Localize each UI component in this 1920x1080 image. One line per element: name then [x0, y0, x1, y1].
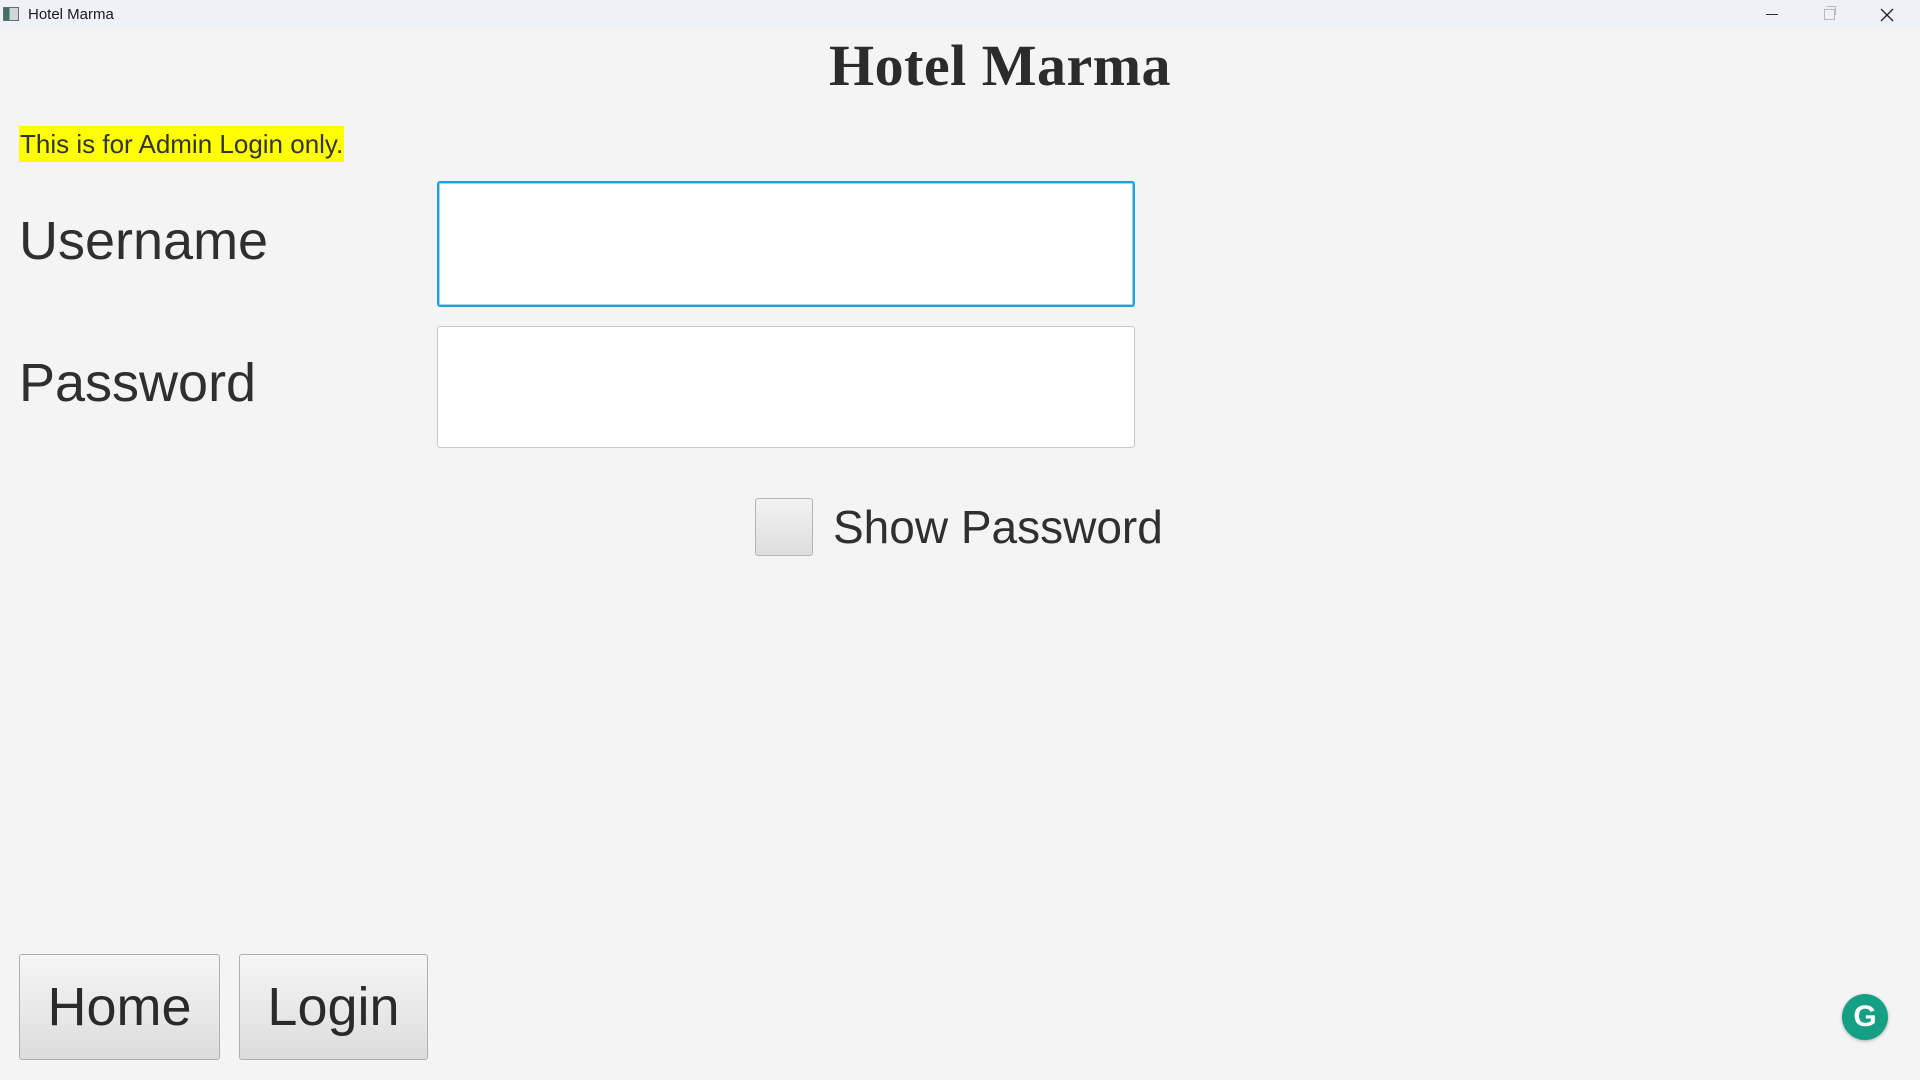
app-icon: [3, 7, 19, 21]
show-password-label[interactable]: Show Password: [833, 500, 1163, 554]
admin-notice: This is for Admin Login only.: [19, 126, 345, 162]
grammarly-icon[interactable]: G: [1842, 994, 1888, 1040]
login-button[interactable]: Login: [239, 954, 428, 1060]
maximize-button[interactable]: [1801, 0, 1857, 29]
username-label: Username: [19, 211, 269, 271]
page-title: Hotel Marma: [0, 32, 1920, 99]
password-label: Password: [19, 353, 257, 413]
app-window: Hotel Marma Hotel Marma This is for Admi…: [0, 0, 1920, 1080]
title-bar: Hotel Marma: [0, 0, 1920, 29]
grammarly-letter: G: [1853, 1000, 1877, 1033]
restore-icon: [1823, 6, 1836, 20]
show-password-toggle[interactable]: Show Password: [755, 498, 1163, 556]
password-input[interactable]: [437, 326, 1135, 448]
window-title: Hotel Marma: [28, 6, 114, 23]
close-button[interactable]: [1859, 0, 1915, 29]
close-icon: [1880, 8, 1894, 21]
minimize-icon: [1766, 14, 1778, 15]
minimize-button[interactable]: [1744, 0, 1800, 29]
show-password-checkbox[interactable]: [755, 498, 813, 556]
page-title-text: Hotel Marma: [828, 33, 1172, 98]
username-input[interactable]: [437, 181, 1135, 307]
home-button[interactable]: Home: [19, 954, 220, 1060]
